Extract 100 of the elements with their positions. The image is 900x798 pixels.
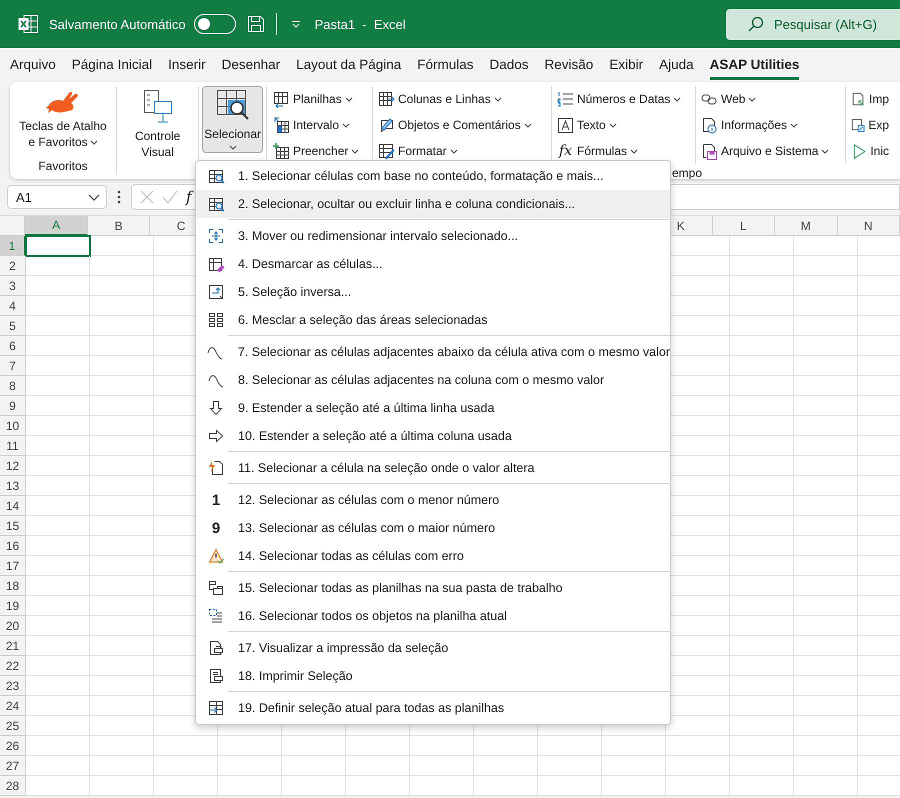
menu-item[interactable]: 1. Selecionar células com base no conteúdo, formatação e mais... [196, 162, 670, 190]
ribbon-button[interactable]: Números e Datas [556, 86, 689, 112]
menu-item[interactable]: 2. Selecionar, ocultar ou excluir linha e coluna condicionais... [196, 190, 670, 218]
menu-item[interactable]: 1 12. Selecionar as células com o menor número [196, 486, 670, 514]
row-header[interactable]: 21 [0, 636, 26, 656]
columns-icon [378, 90, 395, 108]
row-header[interactable]: 15 [0, 516, 26, 536]
row-header[interactable]: 7 [0, 356, 26, 376]
row-header[interactable]: 8 [0, 376, 26, 396]
row-header[interactable]: 5 [0, 316, 26, 336]
row-header[interactable]: 20 [0, 616, 26, 636]
insert-function-label[interactable]: f [186, 188, 192, 206]
caret-icon [524, 122, 532, 128]
ribbon-button[interactable]: fx Fórmulas [556, 138, 689, 164]
warning-icon [208, 548, 224, 564]
row-header[interactable]: 6 [0, 336, 26, 356]
row-header[interactable]: 14 [0, 496, 26, 516]
ribbon-tab[interactable]: Arquivo [2, 52, 64, 76]
more-options-icon[interactable] [117, 190, 121, 204]
caret-icon [630, 148, 638, 154]
caret-icon [344, 96, 353, 102]
ribbon-tab[interactable]: Layout da Página [288, 52, 410, 76]
row-header[interactable]: 22 [0, 656, 26, 676]
autosave-label: Salvamento Automático [49, 16, 186, 32]
ribbon-button[interactable]: Texto [556, 112, 689, 138]
ribbon-button[interactable]: Arquivo e Sistema [700, 138, 839, 164]
menu-item[interactable]: 4. Desmarcar as células... [196, 250, 670, 278]
ribbon-button[interactable]: Colunas e Linhas [377, 86, 545, 112]
row-header[interactable]: 13 [0, 476, 26, 496]
row-header[interactable]: 10 [0, 416, 26, 436]
ribbon-button[interactable]: Imp [850, 86, 890, 112]
ribbon-tab[interactable]: Página Inicial [64, 52, 160, 76]
ribbon-button[interactable]: Inic [850, 138, 890, 164]
name-box[interactable]: A1 [7, 185, 107, 209]
column-header[interactable]: L [712, 216, 776, 236]
search-field[interactable]: Pesquisar (Alt+G) [726, 8, 900, 40]
ribbon-tab[interactable]: Desenhar [214, 52, 288, 76]
row-header[interactable]: 11 [0, 436, 26, 456]
menu-item[interactable]: 7. Selecionar as células adjacentes abaixo da célula ativa com o mesmo valor [196, 338, 670, 366]
caret-icon [494, 96, 502, 102]
row-header[interactable]: 28 [0, 776, 26, 796]
row-header[interactable]: 27 [0, 756, 26, 776]
menu-item[interactable]: 5. Seleção inversa... [196, 278, 670, 306]
ribbon-tab[interactable]: Exibir [601, 52, 652, 76]
row-header[interactable]: 24 [0, 696, 26, 716]
row-header[interactable]: 23 [0, 676, 26, 696]
ribbon-button[interactable]: Intervalo [272, 112, 366, 138]
column-header[interactable]: M [775, 216, 838, 236]
ribbon-button[interactable]: Planilhas [272, 86, 366, 112]
spreadsheet-logo-icon[interactable] [18, 15, 38, 33]
ribbon-button[interactable]: Preencher [272, 138, 366, 164]
menu-item[interactable]: 19. Definir seleção atual para todas as planilhas [196, 694, 670, 722]
ribbon-button[interactable]: Selecionar [202, 86, 263, 153]
menu-item[interactable]: 14. Selecionar todas as células com erro [196, 542, 670, 570]
active-cell[interactable] [25, 235, 91, 257]
ribbon-button[interactable]: Controle Visual [120, 86, 196, 163]
text-box-icon [557, 116, 574, 134]
menu-item[interactable]: 15. Selecionar todas as planilhas na sua pasta de trabalho [196, 574, 670, 602]
ribbon-button[interactable]: Teclas de Atalho e Favoritos [13, 86, 113, 153]
column-header[interactable]: B [88, 216, 150, 236]
checkmark-icon[interactable] [162, 190, 178, 204]
caret-icon [450, 148, 458, 154]
ribbon-button[interactable]: Exp [850, 112, 890, 138]
ribbon-button[interactable]: Informações [700, 112, 839, 138]
row-header[interactable]: 12 [0, 456, 26, 476]
ribbon-button[interactable]: Web [700, 86, 839, 112]
ribbon-button[interactable]: Formatar [377, 138, 545, 164]
menu-item[interactable]: 17. Visualizar a impressão da seleção [196, 634, 670, 662]
save-icon[interactable] [246, 15, 265, 33]
ribbon-tab[interactable]: Revisão [536, 52, 602, 76]
menu-item[interactable]: 18. Imprimir Seleção [196, 662, 670, 690]
group-label: Favoritos [38, 159, 88, 175]
menu-item[interactable]: 11. Selecionar a célula na seleção onde o valor altera [196, 454, 670, 482]
row-header[interactable]: 25 [0, 716, 26, 736]
ribbon-tab[interactable]: Inserir [160, 52, 214, 76]
sheets-arrow-icon [273, 90, 290, 108]
customize-caret-icon[interactable] [290, 20, 301, 28]
ribbon-tab[interactable]: Fórmulas [409, 52, 482, 76]
menu-item[interactable]: 6. Mesclar a seleção das áreas selecionadas [196, 306, 670, 334]
ribbon-tab[interactable]: Dados [482, 52, 537, 76]
menu-item[interactable]: 9. Estender a seleção até a última linha usada [196, 394, 670, 422]
ribbon-tab[interactable]: Ajuda [651, 52, 702, 76]
menu-item[interactable]: 16. Selecionar todos os objetos na planilha atual [196, 602, 670, 630]
row-header[interactable]: 2 [0, 256, 26, 276]
ribbon-button[interactable]: Objetos e Comentários [377, 112, 545, 138]
row-header[interactable]: 26 [0, 736, 26, 756]
menu-item[interactable]: 9 13. Selecionar as células com o maior número [196, 514, 670, 542]
import-page-icon [851, 90, 866, 108]
autosave-toggle[interactable] [194, 14, 236, 34]
row-header[interactable]: 16 [0, 536, 26, 556]
row-header[interactable]: 18 [0, 576, 26, 596]
row-header[interactable]: 4 [0, 296, 26, 316]
number-glyph: 1 [212, 492, 220, 508]
menu-item[interactable]: 8. Selecionar as células adjacentes na coluna com o mesmo valor [196, 366, 670, 394]
row-header[interactable]: 3 [0, 276, 26, 296]
menu-item[interactable]: 10. Estender a seleção até a última coluna usada [196, 422, 670, 450]
row-header[interactable]: 19 [0, 596, 26, 616]
column-header[interactable]: N [838, 216, 900, 236]
row-header[interactable]: 9 [0, 396, 26, 416]
row-header[interactable]: 17 [0, 556, 26, 576]
